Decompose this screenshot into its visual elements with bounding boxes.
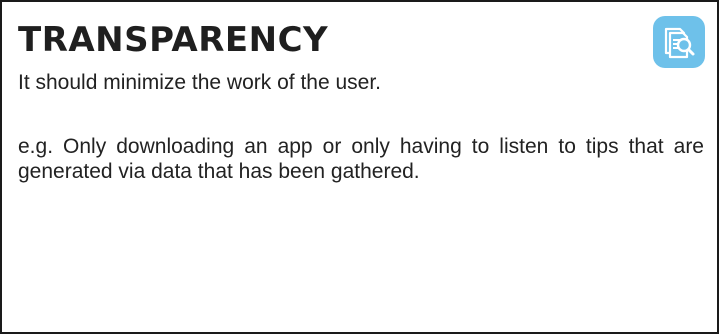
transparency-card: TRANSPARENCY It should minimize the work… [0, 0, 719, 334]
card-example: e.g. Only downloading an app or only hav… [18, 135, 704, 183]
document-search-icon [653, 16, 705, 68]
card-title: TRANSPARENCY [18, 20, 329, 60]
card-description: It should minimize the work of the user. [18, 71, 381, 94]
